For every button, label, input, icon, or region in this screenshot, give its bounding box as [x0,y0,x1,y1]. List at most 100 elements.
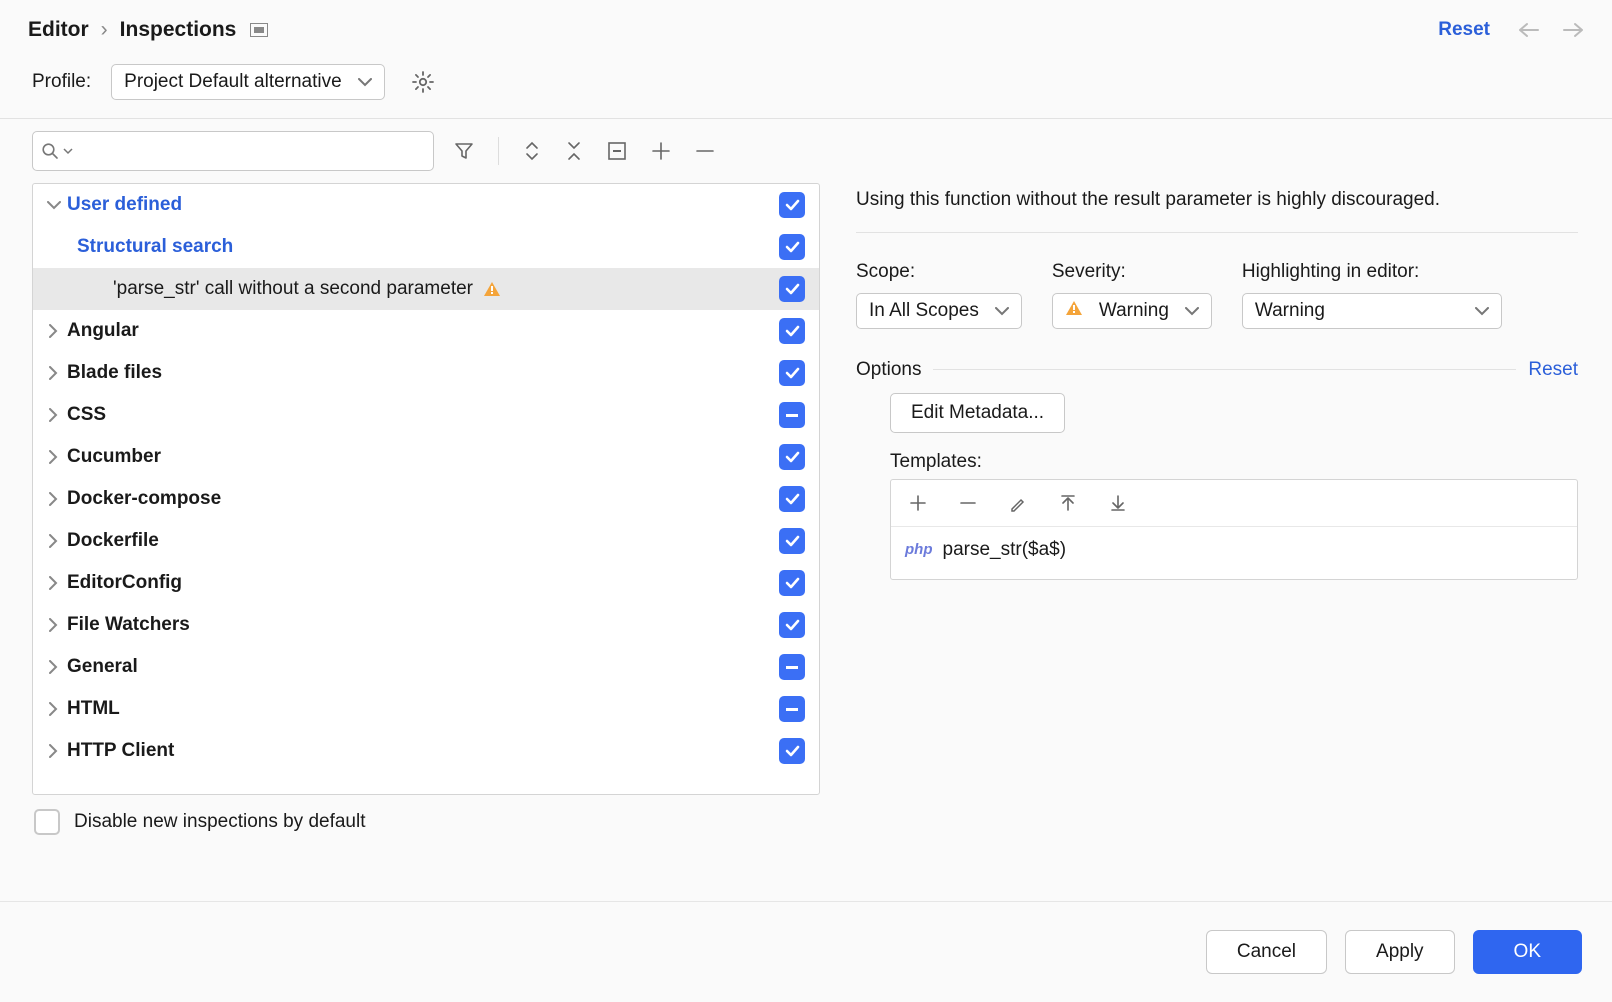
dialog-footer: Cancel Apply OK [0,901,1612,1002]
move-up-icon[interactable] [1055,490,1081,516]
chevron-right-icon [41,702,67,716]
profile-select[interactable]: Project Default alternative [111,64,385,100]
scope-select[interactable]: In All Scopes [856,293,1022,329]
checkbox-user-defined[interactable] [779,192,805,218]
separator [498,137,499,165]
tree-label: HTML [67,698,120,720]
profile-selected: Project Default alternative [124,71,342,93]
checkbox[interactable] [779,696,805,722]
tree-label: Docker-compose [67,488,221,510]
back-icon[interactable] [1518,22,1540,38]
checkbox[interactable] [779,402,805,428]
checkbox[interactable] [779,654,805,680]
tree-label: HTTP Client [67,740,174,762]
remove-icon[interactable] [955,490,981,516]
tree-label: Angular [67,320,139,342]
options-label: Options [856,359,921,381]
forward-icon[interactable] [1562,22,1584,38]
breadcrumb: Editor › Inspections Reset [0,0,1612,54]
inspection-details: Using this function without the result p… [856,183,1584,795]
tree-group[interactable]: File Watchers [33,604,819,646]
severity-select[interactable]: Warning [1052,293,1212,329]
tree-group[interactable]: CSS [33,394,819,436]
checkbox[interactable] [779,570,805,596]
tree-group[interactable]: HTML [33,688,819,730]
checkbox[interactable] [779,612,805,638]
edit-icon[interactable] [1005,490,1031,516]
chevron-right-icon [41,618,67,632]
main-content: User defined Structural search 'parse_st… [0,179,1612,795]
collapse-icon[interactable] [561,137,587,165]
tree-group[interactable]: Dockerfile [33,520,819,562]
tree-group-structural-search[interactable]: Structural search [33,226,819,268]
tree-label: File Watchers [67,614,190,636]
filter-icon[interactable] [450,137,478,165]
checkbox[interactable] [779,528,805,554]
tree-group[interactable]: Docker-compose [33,478,819,520]
cancel-button[interactable]: Cancel [1206,930,1327,974]
chevron-right-icon [41,744,67,758]
tree-toolbar [0,119,1612,179]
tree-label: EditorConfig [67,572,182,594]
template-code: parse_str($a$) [943,539,1067,561]
reset-link[interactable]: Reset [1438,19,1490,41]
template-row[interactable]: php parse_str($a$) [891,527,1577,579]
chevron-down-icon [63,148,73,155]
add-icon[interactable] [905,490,931,516]
tree-label: Cucumber [67,446,161,468]
chevron-right-icon [41,408,67,422]
profile-row: Profile: Project Default alternative [0,54,1612,118]
search-input-wrap[interactable] [32,131,434,171]
chevron-right-icon [41,450,67,464]
highlighting-select[interactable]: Warning [1242,293,1502,329]
tree-group[interactable]: EditorConfig [33,562,819,604]
inspection-tree[interactable]: User defined Structural search 'parse_st… [32,183,820,795]
checkbox[interactable] [779,738,805,764]
profile-label: Profile: [32,71,91,93]
tree-group[interactable]: Cucumber [33,436,819,478]
checkbox-parse-str[interactable] [779,276,805,302]
tree-label: User defined [67,194,182,216]
tree-label: Blade files [67,362,162,384]
move-down-icon[interactable] [1105,490,1131,516]
expand-icon[interactable] [519,137,545,165]
warning-icon [1065,300,1083,322]
tree-group[interactable]: HTTP Client [33,730,819,772]
ok-button[interactable]: OK [1473,930,1582,974]
checkbox[interactable] [779,486,805,512]
options-reset-link[interactable]: Reset [1528,359,1578,381]
tree-label: CSS [67,404,106,426]
chevron-right-icon [41,324,67,338]
checkbox-disable-new[interactable] [34,809,60,835]
severity-row: Scope: In All Scopes Severity: Warning H… [856,233,1578,329]
chevron-down-icon [995,300,1009,322]
tree-group-user-defined[interactable]: User defined [33,184,819,226]
gear-icon[interactable] [411,70,435,94]
checkbox[interactable] [779,444,805,470]
tree-group[interactable]: Blade files [33,352,819,394]
inspection-description: Using this function without the result p… [856,187,1578,232]
tree-group[interactable]: General [33,646,819,688]
tree-item-parse-str[interactable]: 'parse_str' call without a second parame… [33,268,819,310]
highlighting-label: Highlighting in editor: [1242,261,1502,283]
checkbox-structural-search[interactable] [779,234,805,260]
severity-label: Severity: [1052,261,1212,283]
select-mixed-icon[interactable] [603,137,631,165]
tree-label: Dockerfile [67,530,159,552]
add-icon[interactable] [647,137,675,165]
detach-panel-icon[interactable] [250,23,268,37]
chevron-down-icon [358,71,372,93]
edit-metadata-button[interactable]: Edit Metadata... [890,393,1065,433]
checkbox[interactable] [779,360,805,386]
apply-button[interactable]: Apply [1345,930,1455,974]
tree-group[interactable]: Angular [33,310,819,352]
disable-new-inspections[interactable]: Disable new inspections by default [0,795,1612,835]
breadcrumb-editor[interactable]: Editor [28,18,89,42]
remove-icon[interactable] [691,137,719,165]
search-input[interactable] [77,142,425,160]
divider [933,369,1516,370]
tree-label: General [67,656,138,678]
disable-label: Disable new inspections by default [74,811,366,833]
checkbox[interactable] [779,318,805,344]
breadcrumb-inspections[interactable]: Inspections [120,18,237,42]
